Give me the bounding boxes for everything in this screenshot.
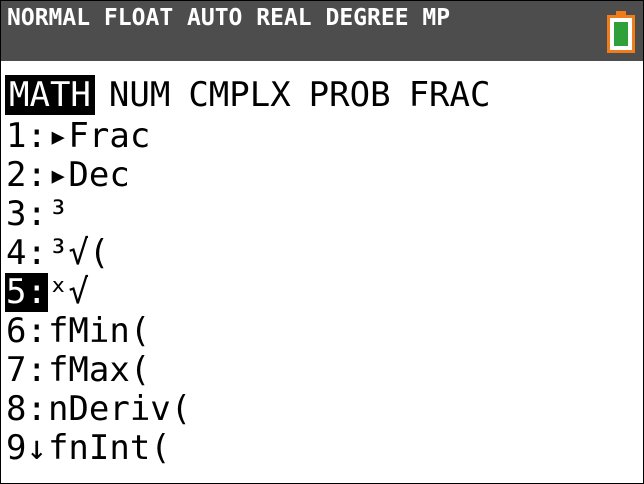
menu-item-xth-root[interactable]: 5:ˣ√ [5, 273, 191, 312]
tab-cmplx[interactable]: CMPLX [184, 75, 294, 115]
menu-item-number: 3: [6, 194, 47, 234]
calculator-screen: NORMAL FLOAT AUTO REAL DEGREE MP MATH NUM… [0, 0, 644, 484]
menu-item-label: ˣ√ [47, 272, 89, 312]
menu-item-number: 1: [6, 116, 47, 156]
menu-item-label: ▸Frac [47, 116, 151, 156]
battery-icon [607, 11, 635, 53]
menu-item-number: 9↓ [6, 428, 47, 468]
menu-item-number: 2: [6, 155, 47, 195]
menu-item-label: nDeriv( [47, 389, 192, 429]
menu-item-number: 5: [5, 272, 48, 312]
tab-frac[interactable]: FRAC [405, 75, 495, 115]
battery-level [614, 22, 628, 46]
tab-prob[interactable]: PROB [305, 75, 395, 115]
mode-status-text: NORMAL FLOAT AUTO REAL DEGREE MP [7, 5, 451, 31]
menu-item-dec[interactable]: 2:▸Dec [5, 156, 191, 195]
menu-item-frac[interactable]: 1:▸Frac [5, 117, 191, 156]
menu-item-number: 6: [6, 311, 47, 351]
battery-body [607, 15, 635, 53]
menu-item-number: 7: [6, 350, 47, 390]
menu-item-number: 8: [6, 389, 47, 429]
menu-item-label: fMax( [47, 350, 151, 390]
menu-item-fmax[interactable]: 7:fMax( [5, 351, 191, 390]
menu-item-fnint[interactable]: 9↓fnInt( [5, 429, 191, 468]
menu-item-number: 4: [6, 233, 47, 273]
menu-item-cube[interactable]: 3:³ [5, 195, 191, 234]
status-bar: NORMAL FLOAT AUTO REAL DEGREE MP [1, 1, 643, 61]
menu-item-nderiv[interactable]: 8:nDeriv( [5, 390, 191, 429]
menu-item-label: fMin( [47, 311, 151, 351]
menu-tabs: MATH NUM CMPLX PROB FRAC [5, 75, 504, 115]
tab-math[interactable]: MATH [5, 75, 95, 115]
menu-item-label: fnInt( [47, 428, 171, 468]
menu-item-label: ³ [47, 194, 69, 234]
tab-num[interactable]: NUM [105, 75, 174, 115]
menu-item-label: ▸Dec [47, 155, 130, 195]
menu-item-fmin[interactable]: 6:fMin( [5, 312, 191, 351]
menu-item-label: ³√( [47, 233, 110, 273]
math-menu-list: 1:▸Frac 2:▸Dec 3:³ 4:³√( 5:ˣ√ 6:fMin( 7:… [5, 117, 191, 468]
menu-item-cube-root[interactable]: 4:³√( [5, 234, 191, 273]
